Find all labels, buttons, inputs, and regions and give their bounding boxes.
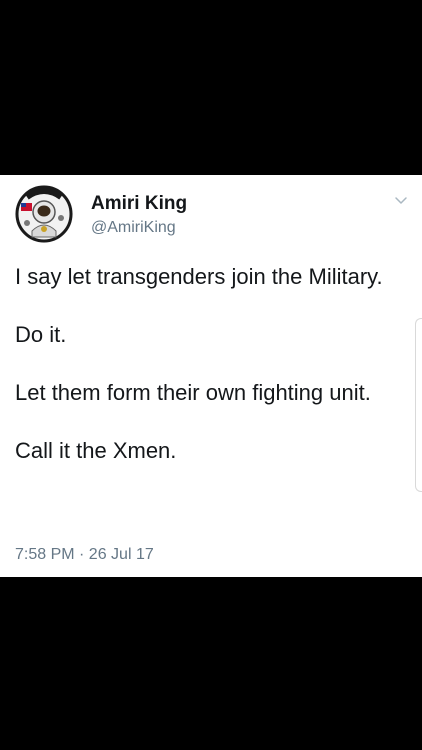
tweet-paragraph: Let them form their own fighting unit. — [15, 380, 371, 405]
author-avatar[interactable] — [15, 185, 73, 243]
author-block: Amiri King @AmiriKing — [91, 193, 187, 238]
author-handle[interactable]: @AmiriKing — [91, 218, 187, 238]
tweet-paragraph: Call it the Xmen. — [15, 438, 177, 463]
tweet-text: I say let transgenders join the Military… — [15, 262, 407, 465]
edge-scroll-indicator — [415, 318, 422, 492]
top-black-band — [0, 0, 422, 175]
author-display-name[interactable]: Amiri King — [91, 193, 187, 215]
tweet-timestamp[interactable]: 7:58 PM · 26 Jul 17 — [15, 546, 154, 564]
astronaut-patch-icon — [15, 185, 73, 243]
bottom-black-band — [0, 577, 422, 750]
tweet-paragraph: Do it. — [15, 322, 67, 347]
tweet-card: Amiri King @AmiriKing I say let transgen… — [0, 175, 422, 577]
tweet-paragraph: I say let transgenders join the Military… — [15, 264, 383, 289]
chevron-down-icon[interactable] — [393, 193, 409, 209]
